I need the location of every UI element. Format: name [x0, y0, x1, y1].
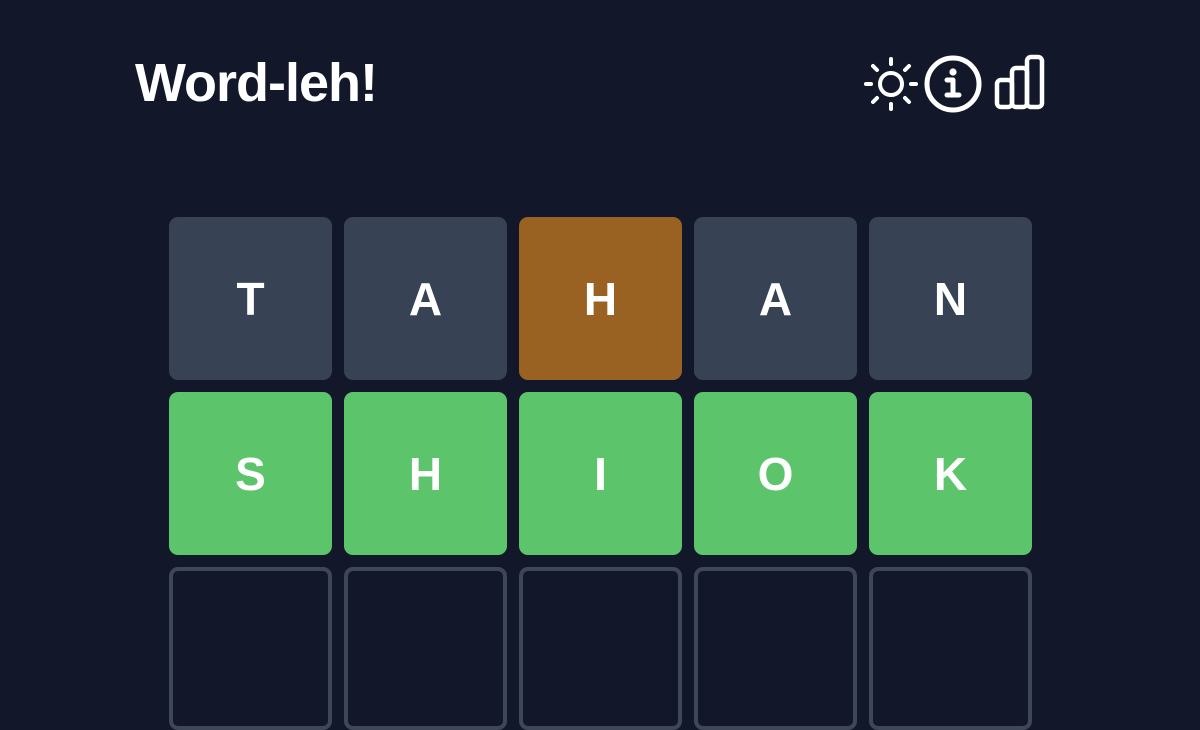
tile-r1-c5[interactable]: N [869, 217, 1032, 380]
tile-r2-c5[interactable]: K [869, 392, 1032, 555]
tile-r3-c3[interactable] [519, 567, 682, 730]
tile-r2-c3[interactable]: I [519, 392, 682, 555]
chart-icon[interactable] [994, 54, 1056, 114]
info-icon[interactable] [922, 54, 994, 114]
game-board: T A H A N S H I O K [169, 217, 1032, 730]
sun-icon[interactable] [860, 54, 922, 114]
tile-r2-c1[interactable]: S [169, 392, 332, 555]
tile-r3-c1[interactable] [169, 567, 332, 730]
tile-r1-c2[interactable]: A [344, 217, 507, 380]
tile-r2-c4[interactable]: O [694, 392, 857, 555]
tile-r3-c2[interactable] [344, 567, 507, 730]
tile-r1-c3[interactable]: H [519, 217, 682, 380]
tile-r3-c5[interactable] [869, 567, 1032, 730]
tile-r1-c4[interactable]: A [694, 217, 857, 380]
tile-r3-c4[interactable] [694, 567, 857, 730]
header-icons [860, 54, 1056, 114]
tile-r2-c2[interactable]: H [344, 392, 507, 555]
tile-r1-c1[interactable]: T [169, 217, 332, 380]
app-title: Word-leh! [135, 53, 378, 113]
